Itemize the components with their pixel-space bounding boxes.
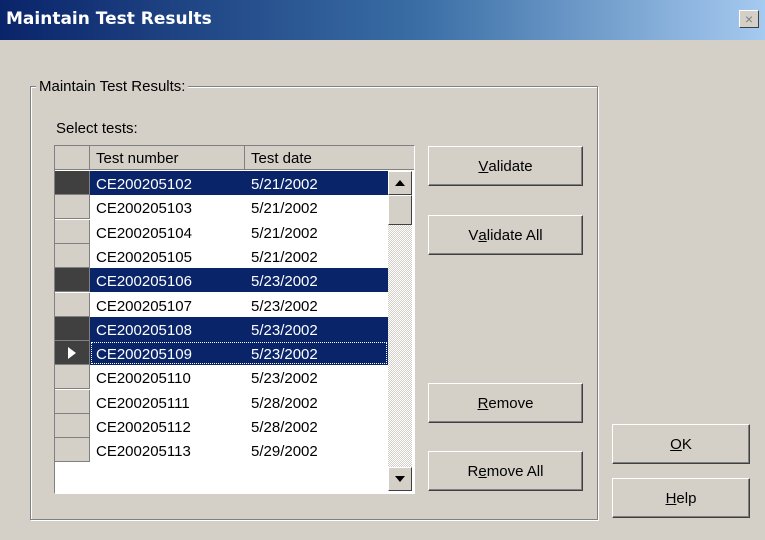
table-row[interactable]: CE200205105 5/21/2002 [55, 243, 388, 268]
cell-test-date[interactable]: 5/21/2002 [251, 244, 318, 268]
validate-button[interactable]: Validate [428, 146, 583, 186]
table-row[interactable]: CE200205103 5/21/2002 [55, 195, 388, 220]
row-selector[interactable] [55, 292, 90, 317]
cell-test-date[interactable]: 5/28/2002 [251, 414, 318, 438]
row-selector[interactable] [55, 268, 90, 293]
grid-corner-header [55, 146, 90, 170]
cell-test-number[interactable]: CE200205109 [96, 341, 192, 365]
cell-test-number[interactable]: CE200205111 [96, 390, 190, 414]
validate-all-label-pre: V [468, 226, 479, 244]
validate-label-key: V [478, 157, 489, 175]
ok-button[interactable]: OK [612, 424, 750, 464]
window-title: Maintain Test Results [6, 9, 212, 29]
remove-button[interactable]: Remove [428, 383, 583, 423]
table-row[interactable]: CE200205102 5/21/2002 [55, 171, 388, 195]
row-selector[interactable] [55, 219, 90, 244]
validate-all-label-key: a [478, 226, 487, 244]
cell-test-number[interactable]: CE200205106 [96, 268, 192, 292]
remove-all-button[interactable]: Re move All [428, 451, 583, 491]
scroll-up-button[interactable] [388, 171, 412, 195]
remove-label-key: R [477, 394, 489, 412]
row-selector[interactable] [55, 414, 90, 438]
cell-test-date[interactable]: 5/21/2002 [251, 195, 318, 219]
column-header-test-date[interactable]: Test date [245, 146, 414, 170]
cell-test-number[interactable]: CE200205107 [96, 293, 192, 317]
remove-all-label-key: e [478, 462, 487, 480]
cell-test-date[interactable]: 5/21/2002 [251, 220, 318, 244]
cell-test-number[interactable]: CE200205110 [96, 365, 191, 389]
cell-test-number[interactable]: CE200205103 [96, 195, 192, 219]
table-row[interactable]: CE200205108 5/23/2002 [55, 316, 388, 341]
remove-label-post: emove [488, 394, 534, 412]
row-selector[interactable] [55, 195, 90, 220]
row-selector[interactable] [55, 316, 90, 341]
cell-test-number[interactable]: CE200205113 [96, 438, 191, 462]
table-row[interactable]: CE200205111 5/28/2002 [55, 389, 388, 414]
table-row[interactable]: CE200205107 5/23/2002 [55, 292, 388, 317]
help-button[interactable]: Help [612, 478, 750, 518]
remove-all-label-post: move All [486, 462, 544, 480]
tests-grid: Test number Test date CE200205102 5/21/20… [54, 145, 415, 494]
cell-test-number[interactable]: CE200205108 [96, 317, 192, 341]
cell-test-date[interactable]: 5/29/2002 [251, 438, 318, 462]
select-tests-label: Select tests: [56, 120, 138, 137]
table-row[interactable]: CE200205109 5/23/2002 [55, 341, 388, 366]
close-icon: × [744, 11, 754, 27]
validate-all-button[interactable]: Va lidate All [428, 215, 583, 255]
remove-all-label-pre: R [467, 462, 479, 480]
help-label-key: H [665, 489, 677, 507]
cell-test-date[interactable]: 5/23/2002 [251, 317, 318, 341]
cell-test-date[interactable]: 5/23/2002 [251, 365, 318, 389]
row-selector[interactable] [55, 389, 90, 414]
table-row[interactable]: CE200205104 5/21/2002 [55, 219, 388, 244]
cell-test-date[interactable]: 5/28/2002 [251, 390, 318, 414]
validate-all-label-post: lidate All [486, 226, 543, 244]
cell-test-date[interactable]: 5/23/2002 [251, 341, 318, 365]
row-selector[interactable] [55, 171, 90, 195]
close-button[interactable]: × [739, 10, 759, 28]
group-label: Maintain Test Results: [36, 78, 189, 95]
current-row-pointer-icon [68, 347, 76, 360]
title-bar: Maintain Test Results × [0, 0, 765, 40]
validate-label-post: alidate [488, 157, 533, 175]
scroll-down-arrow-icon [395, 476, 405, 482]
ok-label-key: O [670, 435, 682, 453]
help-label-post: elp [676, 489, 697, 507]
scroll-down-button[interactable] [388, 467, 412, 491]
table-row[interactable]: CE200205112 5/28/2002 [55, 414, 388, 438]
table-row[interactable]: CE200205113 5/29/2002 [55, 438, 388, 463]
cell-test-number[interactable]: CE200205105 [96, 244, 192, 268]
row-selector[interactable] [55, 341, 90, 366]
table-row[interactable]: CE200205110 5/23/2002 [55, 365, 388, 390]
cell-test-date[interactable]: 5/23/2002 [251, 268, 318, 292]
cell-test-date[interactable]: 5/23/2002 [251, 293, 318, 317]
cell-test-number[interactable]: CE200205104 [96, 220, 192, 244]
table-row[interactable]: CE200205106 5/23/2002 [55, 268, 388, 293]
row-selector[interactable] [55, 438, 90, 463]
cell-test-number[interactable]: CE200205112 [96, 414, 191, 438]
cell-test-date[interactable]: 5/21/2002 [251, 171, 318, 195]
row-selector[interactable] [55, 243, 90, 268]
scroll-up-arrow-icon [395, 180, 405, 186]
vertical-scrollbar[interactable] [388, 171, 412, 491]
ok-label-post: K [681, 435, 692, 453]
row-selector[interactable] [55, 365, 90, 390]
scroll-thumb[interactable] [388, 195, 412, 225]
column-header-test-number[interactable]: Test number [90, 146, 245, 170]
cell-test-number[interactable]: CE200205102 [96, 171, 192, 195]
